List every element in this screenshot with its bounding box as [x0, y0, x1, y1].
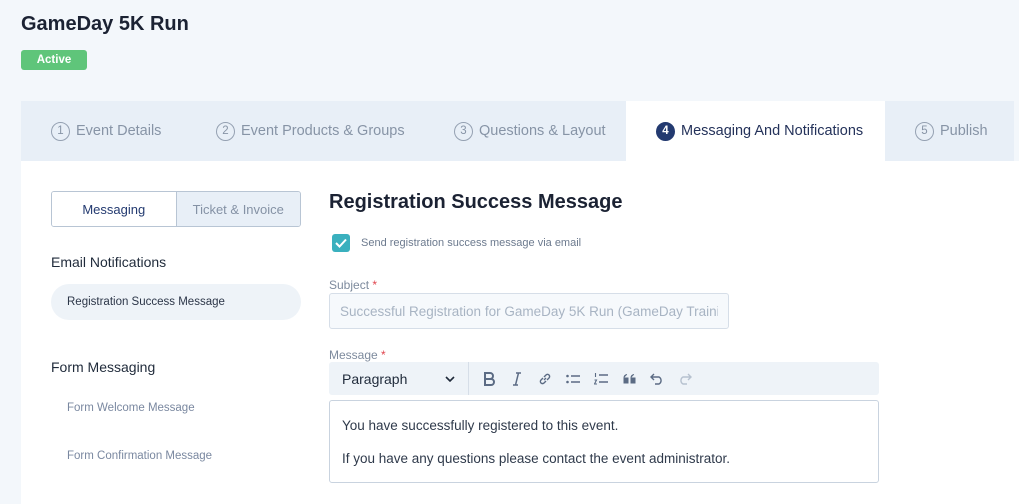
numbered-list-icon: [594, 372, 608, 385]
ticket-invoice-toggle-button[interactable]: Ticket & Invoice: [175, 192, 300, 226]
italic-icon: [513, 371, 521, 386]
form-messaging-heading: Form Messaging: [51, 359, 156, 375]
sidebar-item-form-welcome[interactable]: Form Welcome Message: [51, 390, 301, 426]
status-badge: Active: [21, 50, 87, 70]
page-title: GameDay 5K Run: [21, 13, 189, 35]
editor-toolbar: Paragraph: [329, 362, 879, 395]
step-tabs: 1 Event Details 2 Event Products & Group…: [21, 101, 1014, 161]
blockquote-button[interactable]: [615, 365, 643, 393]
redo-icon: [680, 373, 692, 385]
check-icon: [335, 238, 347, 248]
bold-icon: [484, 371, 495, 386]
undo-button[interactable]: [643, 365, 671, 393]
send-email-checkbox-label: Send registration success message via em…: [361, 237, 582, 249]
redo-button[interactable]: [671, 365, 699, 393]
messaging-toggle: Messaging Ticket & Invoice: [51, 191, 301, 227]
tab-label: Publish: [940, 123, 988, 139]
quote-icon: [623, 373, 635, 383]
tab-event-details[interactable]: 1 Event Details: [51, 101, 161, 161]
tab-messaging-notifications[interactable]: 4 Messaging And Notifications: [626, 101, 885, 161]
message-label: Message *: [329, 348, 386, 362]
bulleted-list-icon: [566, 374, 580, 383]
message-line: If you have any questions please contact…: [342, 451, 730, 466]
tab-label: Questions & Layout: [479, 123, 606, 139]
subject-field[interactable]: [329, 293, 729, 329]
numbered-list-button[interactable]: [587, 365, 615, 393]
paragraph-select-value: Paragraph: [342, 370, 408, 387]
required-mark: *: [372, 278, 378, 292]
link-button[interactable]: [531, 365, 559, 393]
step-number: 1: [51, 121, 70, 141]
step-number: 2: [216, 121, 235, 141]
message-line: You have successfully registered to this…: [342, 418, 619, 433]
bold-button[interactable]: [475, 365, 503, 393]
italic-button[interactable]: [503, 365, 531, 393]
bulleted-list-button[interactable]: [559, 365, 587, 393]
tab-label: Messaging And Notifications: [681, 123, 864, 139]
paragraph-select[interactable]: Paragraph: [329, 362, 469, 395]
send-email-checkbox[interactable]: [332, 234, 350, 252]
required-mark: *: [381, 348, 386, 362]
subject-label: Subject *: [329, 278, 378, 292]
step-number: 4: [656, 121, 675, 141]
email-notifications-heading: Email Notifications: [51, 254, 167, 270]
tab-event-products[interactable]: 2 Event Products & Groups: [216, 101, 405, 161]
sidebar-item-registration-success[interactable]: Registration Success Message: [51, 284, 301, 320]
tab-label: Event Products & Groups: [241, 123, 405, 139]
step-number: 3: [454, 121, 473, 141]
undo-icon: [650, 373, 662, 385]
chevron-down-icon: [445, 375, 455, 382]
messaging-toggle-button[interactable]: Messaging: [52, 192, 176, 226]
message-editor[interactable]: You have successfully registered to this…: [329, 400, 879, 483]
tab-questions-layout[interactable]: 3 Questions & Layout: [454, 101, 606, 161]
step-number: 5: [915, 121, 934, 141]
sidebar-item-form-confirmation[interactable]: Form Confirmation Message: [51, 438, 301, 474]
section-heading: Registration Success Message: [329, 191, 623, 213]
link-icon: [539, 373, 551, 384]
tab-label: Event Details: [76, 123, 162, 139]
tab-publish[interactable]: 5 Publish: [915, 101, 988, 161]
